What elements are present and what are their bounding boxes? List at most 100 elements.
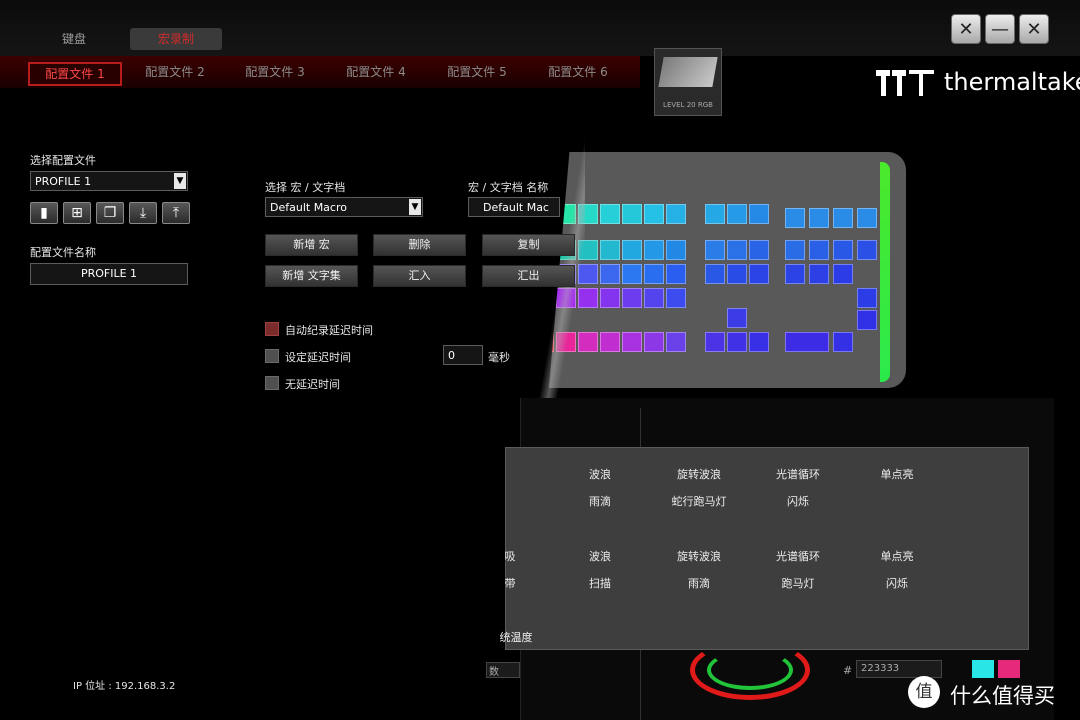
color-swatch-pink[interactable]: [998, 660, 1020, 678]
keyboard-key: [785, 240, 805, 260]
export-profile-button[interactable]: ⤒: [162, 202, 190, 224]
keyboard-key: [785, 264, 805, 284]
keyboard-key: [600, 240, 620, 260]
effect-raindrop-2[interactable]: 雨滴: [654, 575, 744, 591]
keyboard-key: [749, 240, 769, 260]
led-strip-right: [880, 162, 890, 382]
effect-spin-wave[interactable]: 旋转波浪: [654, 466, 744, 482]
product-thumbnail[interactable]: LEVEL 20 RGB: [654, 48, 722, 116]
keyboard-key: [727, 264, 747, 284]
effect-wave-2[interactable]: 波浪: [555, 548, 645, 564]
macro-select[interactable]: Default Macro ▼: [265, 197, 423, 217]
ip-address: IP 位址 : 192.168.3.2: [73, 681, 176, 692]
keyboard-key: [666, 204, 686, 224]
keyboard-key: [749, 332, 769, 352]
auto-delay-label: 自动纪录延迟时间: [285, 324, 373, 337]
keyboard-key: [600, 204, 620, 224]
keyboard-key: [622, 332, 642, 352]
effect-flash-2[interactable]: 闪烁: [852, 575, 942, 591]
keyboard-key: [666, 264, 686, 284]
profile-tab-1[interactable]: 配置文件 1: [28, 62, 122, 86]
effect-snake[interactable]: 蛇行跑马灯: [654, 493, 744, 509]
keyboard-key: [809, 208, 829, 228]
profile-tab-5[interactable]: 配置文件 5: [432, 62, 522, 82]
effect-breath-partial[interactable]: 吸: [500, 548, 520, 564]
auto-delay-checkbox[interactable]: [265, 322, 279, 336]
keyboard-key: [749, 264, 769, 284]
keyboard-key: [809, 240, 829, 260]
profile-tab-4[interactable]: 配置文件 4: [331, 62, 421, 82]
keyboard-key: [857, 310, 877, 330]
delete-macro-button[interactable]: 删除: [373, 234, 466, 256]
profile-tab-3[interactable]: 配置文件 3: [230, 62, 320, 82]
tools-icon[interactable]: ✕: [951, 14, 981, 44]
keyboard-key: [644, 240, 664, 260]
effect-scan[interactable]: 扫描: [555, 575, 645, 591]
import-macro-button[interactable]: 汇入: [373, 265, 466, 287]
import-profile-button[interactable]: ⤓: [129, 202, 157, 224]
keyboard-key: [833, 208, 853, 228]
keyboard-key: [622, 288, 642, 308]
keyboard-key: [727, 204, 747, 224]
effect-marquee[interactable]: 跑马灯: [753, 575, 843, 591]
no-delay-checkbox[interactable]: [265, 376, 279, 390]
delay-input[interactable]: 0: [443, 345, 483, 365]
keyboard-key: [705, 332, 725, 352]
macro-select-label: 选择 宏 / 文字档: [265, 181, 346, 194]
effect-spectrum-2[interactable]: 光谱循环: [753, 548, 843, 564]
effect-spin-wave-2[interactable]: 旋转波浪: [654, 548, 744, 564]
keyboard-key: [644, 288, 664, 308]
product-label: LEVEL 20 RGB: [663, 101, 713, 109]
effect-raindrop[interactable]: 雨滴: [555, 493, 645, 509]
effect-temp-partial[interactable]: 统温度: [486, 629, 546, 645]
effect-wave[interactable]: 波浪: [555, 466, 645, 482]
keyboard-key: [727, 308, 747, 328]
keyboard-key: [666, 332, 686, 352]
keyboard-key: [727, 332, 747, 352]
keyboard-key: [833, 332, 853, 352]
keyboard-key: [666, 288, 686, 308]
keyboard-key: [857, 240, 877, 260]
keyboard-preview: [530, 152, 906, 388]
tab-macro[interactable]: 宏录制: [130, 28, 222, 50]
chevron-down-icon: ▼: [174, 173, 186, 189]
effect-spectrum[interactable]: 光谱循环: [753, 466, 843, 482]
save-profile-button[interactable]: ▮: [30, 202, 58, 224]
effect-flash[interactable]: 闪烁: [753, 493, 843, 509]
copy-profile-button[interactable]: ❐: [96, 202, 124, 224]
set-delay-label: 设定延迟时间: [285, 351, 351, 364]
keyboard-key: [857, 288, 877, 308]
keyboard-key: [785, 332, 829, 352]
hex-color-input[interactable]: 223333: [856, 660, 942, 678]
keyboard-key: [600, 332, 620, 352]
set-delay-checkbox[interactable]: [265, 349, 279, 363]
effect-single[interactable]: 单点亮: [852, 466, 942, 482]
effect-band-partial[interactable]: 带: [500, 575, 520, 591]
keyboard-key: [727, 240, 747, 260]
no-delay-label: 无延迟时间: [285, 378, 340, 391]
copy-icon: ❐: [103, 205, 117, 221]
minimize-icon[interactable]: —: [985, 14, 1015, 44]
profile-name-field[interactable]: PROFILE 1: [30, 263, 188, 285]
profile-tab-2[interactable]: 配置文件 2: [130, 62, 220, 82]
watermark-text: 什么值得买: [950, 684, 1055, 708]
macro-name-field[interactable]: Default Mac: [468, 197, 560, 217]
color-swatch-cyan[interactable]: [972, 660, 994, 678]
keyboard-key: [833, 240, 853, 260]
tab-keyboard[interactable]: 键盘: [44, 28, 104, 50]
effect-single-2[interactable]: 单点亮: [852, 548, 942, 564]
delete-profile-button[interactable]: ⊞: [63, 202, 91, 224]
close-icon[interactable]: ✕: [1019, 14, 1049, 44]
new-text-button[interactable]: 新增 文字集: [265, 265, 358, 287]
profile-select[interactable]: PROFILE 1 ▼: [30, 171, 188, 191]
partial-field[interactable]: 数: [486, 662, 520, 678]
export-macro-button[interactable]: 汇出: [482, 265, 575, 287]
delay-unit: 毫秒: [488, 351, 510, 364]
copy-macro-button[interactable]: 复制: [482, 234, 575, 256]
chevron-down-icon: ▼: [409, 199, 421, 215]
new-macro-button[interactable]: 新增 宏: [265, 234, 358, 256]
keyboard-key: [705, 264, 725, 284]
keyboard-key: [833, 264, 853, 284]
keyboard-key: [600, 288, 620, 308]
keyboard-key: [622, 264, 642, 284]
